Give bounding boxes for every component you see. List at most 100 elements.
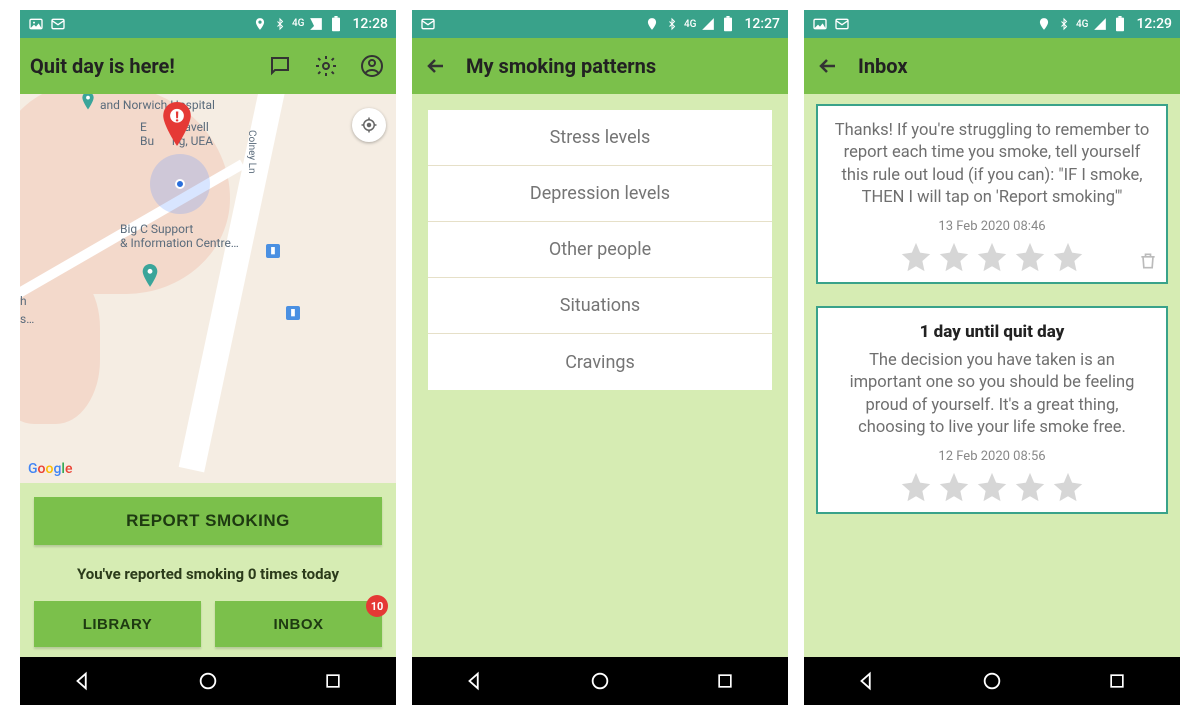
rating-stars[interactable] (834, 240, 1150, 274)
message-card: 1 day until quit day The decision you ha… (816, 306, 1168, 514)
bottom-panel: REPORT SMOKING You've reported smoking 0… (20, 483, 396, 657)
star-icon[interactable] (937, 240, 971, 274)
list-item[interactable]: Stress levels (428, 110, 772, 166)
trash-icon[interactable] (1138, 250, 1158, 276)
screen-patterns: 4G 12:27 My smoking patterns Stress leve… (412, 10, 788, 705)
rating-stars[interactable] (834, 470, 1150, 504)
star-icon[interactable] (1013, 470, 1047, 504)
status-bar: 4G 12:28 (20, 10, 396, 38)
app-bar: Quit day is here! (20, 38, 396, 94)
status-bar: 4G 12:29 (804, 10, 1180, 38)
map-poi-pin-icon[interactable] (80, 94, 96, 116)
page-title: Quit day is here! (30, 54, 256, 78)
list-item[interactable]: Other people (428, 222, 772, 278)
clock-text: 12:27 (744, 16, 780, 32)
network-type: 4G (292, 19, 305, 29)
message-date: 12 Feb 2020 08:56 (834, 449, 1150, 464)
chat-icon[interactable] (266, 52, 294, 80)
gear-icon[interactable] (312, 52, 340, 80)
battery-icon (1112, 16, 1128, 32)
inbox-button[interactable]: INBOX (215, 601, 382, 647)
star-icon[interactable] (899, 470, 933, 504)
account-icon[interactable] (358, 52, 386, 80)
map-label-support: Big C Support & Information Centre… (120, 222, 239, 251)
star-icon[interactable] (1051, 470, 1085, 504)
clock-text: 12:29 (1136, 16, 1172, 32)
nav-recent-icon[interactable] (705, 661, 745, 701)
patterns-list: Stress levels Depression levels Other pe… (412, 94, 788, 657)
report-smoking-button[interactable]: REPORT SMOKING (34, 497, 382, 545)
inbox-list[interactable]: Thanks! If you're struggling to remember… (804, 94, 1180, 657)
map-label-edge2: s… (20, 312, 34, 326)
image-icon (812, 16, 828, 32)
message-body: Thanks! If you're struggling to remember… (834, 120, 1150, 209)
list-item[interactable]: Situations (428, 278, 772, 334)
message-card: Thanks! If you're struggling to remember… (816, 104, 1168, 284)
map[interactable]: and Norwich Hospital E Cavell Bu ng, UEA… (20, 94, 396, 483)
star-icon[interactable] (1051, 240, 1085, 274)
back-button[interactable] (422, 52, 450, 80)
nav-back-icon[interactable] (63, 661, 103, 701)
report-count-text: You've reported smoking 0 times today (34, 565, 382, 583)
star-icon[interactable] (937, 470, 971, 504)
map-poi-pin-icon[interactable] (140, 264, 160, 294)
app-bar: Inbox (804, 38, 1180, 94)
location-icon (252, 16, 268, 32)
nav-recent-icon[interactable] (313, 661, 353, 701)
message-body: The decision you have taken is an import… (834, 350, 1150, 439)
network-type: 4G (684, 19, 697, 30)
locate-me-button[interactable] (352, 108, 386, 142)
bus-stop-icon[interactable]: ▮ (266, 244, 280, 258)
svg-text:!: ! (175, 109, 179, 125)
nav-back-icon[interactable] (455, 661, 495, 701)
page-title: Inbox (858, 54, 1170, 78)
message-title: 1 day until quit day (834, 322, 1150, 342)
bluetooth-icon (664, 16, 680, 32)
message-date: 13 Feb 2020 08:46 (834, 219, 1150, 234)
user-location-accuracy (150, 154, 210, 214)
location-icon (1036, 16, 1052, 32)
screen-home: 4G 12:28 Quit day is here! and Norwich H… (20, 10, 396, 705)
location-icon (644, 16, 660, 32)
mail-icon (50, 16, 66, 32)
signal-icon (700, 16, 716, 32)
bus-stop-icon[interactable]: ▮ (286, 306, 300, 320)
signal-icon (308, 16, 324, 32)
mail-icon (420, 16, 436, 32)
star-icon[interactable] (899, 240, 933, 274)
map-pin-icon[interactable]: ! (160, 102, 190, 142)
android-nav-bar (412, 657, 788, 705)
library-button[interactable]: LIBRARY (34, 601, 201, 647)
bluetooth-icon (272, 16, 288, 32)
android-nav-bar (804, 657, 1180, 705)
nav-home-icon[interactable] (188, 661, 228, 701)
page-title: My smoking patterns (466, 54, 778, 78)
network-type: 4G (1076, 19, 1089, 30)
nav-back-icon[interactable] (847, 661, 887, 701)
status-bar: 4G 12:27 (412, 10, 788, 38)
clock-text: 12:28 (352, 16, 388, 32)
user-location-dot (175, 179, 185, 189)
battery-icon (328, 16, 344, 32)
signal-icon (1092, 16, 1108, 32)
app-bar: My smoking patterns (412, 38, 788, 94)
star-icon[interactable] (975, 240, 1009, 274)
map-label-hospital: and Norwich Hospital (100, 98, 215, 112)
nav-home-icon[interactable] (972, 661, 1012, 701)
screen-inbox: 4G 12:29 Inbox Thanks! If you're struggl… (804, 10, 1180, 705)
star-icon[interactable] (975, 470, 1009, 504)
nav-recent-icon[interactable] (1097, 661, 1137, 701)
back-button[interactable] (814, 52, 842, 80)
google-logo: Google (28, 461, 72, 477)
bluetooth-icon (1056, 16, 1072, 32)
inbox-badge: 10 (366, 595, 388, 617)
mail-icon (834, 16, 850, 32)
battery-icon (720, 16, 736, 32)
android-nav-bar (20, 657, 396, 705)
list-item[interactable]: Cravings (428, 334, 772, 390)
nav-home-icon[interactable] (580, 661, 620, 701)
image-icon (28, 16, 44, 32)
map-label-road: Colney Ln (245, 130, 257, 174)
star-icon[interactable] (1013, 240, 1047, 274)
list-item[interactable]: Depression levels (428, 166, 772, 222)
